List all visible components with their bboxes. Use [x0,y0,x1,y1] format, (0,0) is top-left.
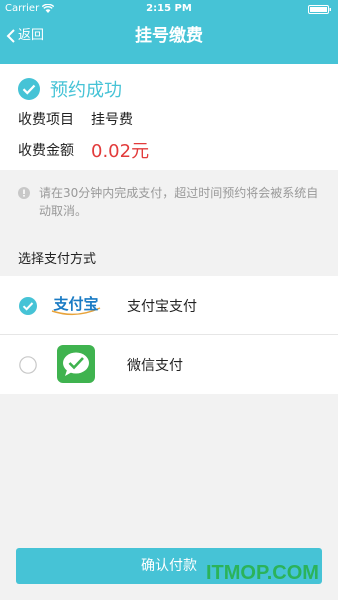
info-icon [18,187,30,199]
success-text: 预约成功 [50,80,122,101]
top-bar: Carrier 2:15 PM 返回 挂号缴费 [0,0,338,64]
fee-item-label: 收费项目 [18,112,74,128]
wechat-pay-icon [57,345,95,383]
success-row: 预约成功 [18,72,122,106]
booking-card: 预约成功 收费项目 挂号费 收费金额 0.02元 [0,64,338,170]
payment-option-alipay[interactable]: 支付宝 支付宝支付 [0,276,338,335]
fee-amount-row: 收费金额 0.02元 [18,138,149,162]
battery-icon [308,5,331,14]
fee-amount-value: 0.02元 [91,141,150,162]
radio-unchecked-icon[interactable] [19,356,37,374]
check-circle-icon [18,78,40,100]
status-bar: Carrier 2:15 PM [0,0,338,18]
notice-text: 请在30分钟内完成支付，超过时间预约将会被系统自动取消。 [39,186,319,218]
nav-bar: 返回 挂号缴费 [0,20,338,64]
alipay-icon: 支付宝 [51,295,101,316]
clock: 2:15 PM [146,3,192,14]
payment-option-label: 支付宝支付 [127,299,197,315]
payment-option-wechat[interactable]: 微信支付 [0,335,338,394]
payment-option-label: 微信支付 [127,358,183,374]
fee-item-value: 挂号费 [91,112,133,128]
page-title: 挂号缴费 [135,26,203,46]
payment-method-list: 支付宝 支付宝支付 微信支付 [0,276,338,394]
payment-section-title: 选择支付方式 [18,252,97,267]
timeout-notice: 请在30分钟内完成支付，超过时间预约将会被系统自动取消。 [18,184,328,220]
fee-amount-label: 收费金额 [18,143,74,159]
svg-text:支付宝: 支付宝 [52,295,98,313]
radio-checked-icon[interactable] [19,297,37,315]
fee-item-row: 收费项目 挂号费 [18,108,133,130]
watermark: ITMOP.COM [206,562,319,584]
